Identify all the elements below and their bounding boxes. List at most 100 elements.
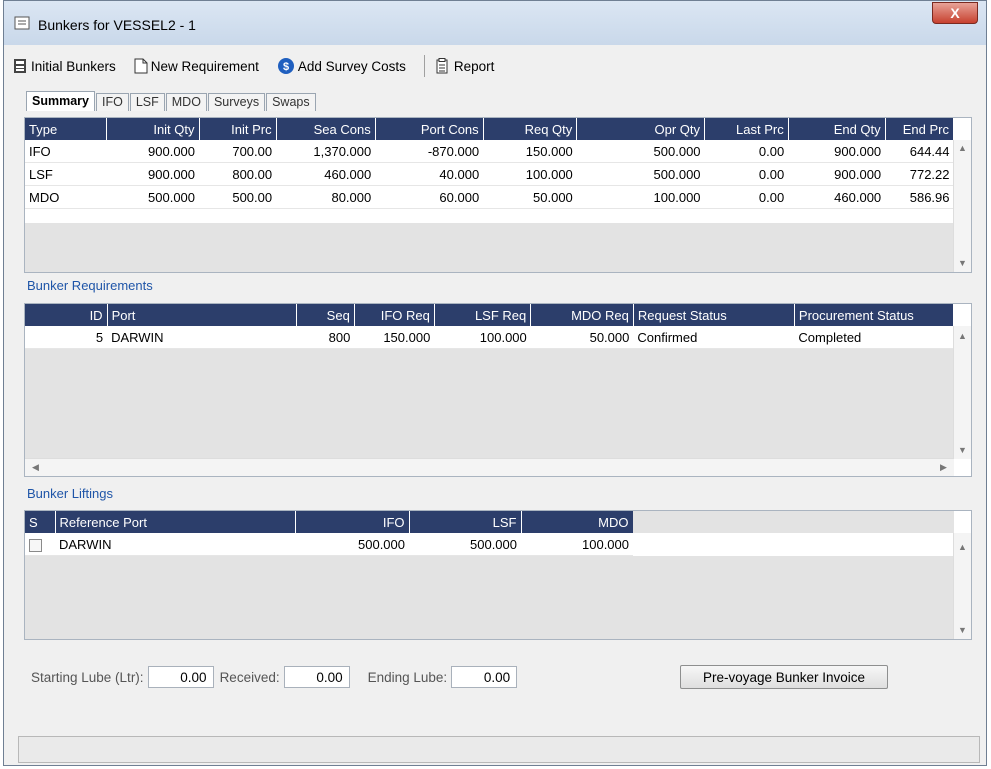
table-row[interactable]: 5 DARWIN 800 150.000 100.000 50.000 Conf…: [25, 326, 954, 349]
svg-text:$: $: [283, 61, 289, 73]
new-requirement-button[interactable]: New Requirement: [134, 58, 259, 74]
tab-mdo[interactable]: MDO: [165, 93, 207, 111]
liftings-grid: S Reference Port IFO LSF MDO DARWIN 500.…: [24, 510, 972, 640]
cell: -870.000: [375, 140, 484, 163]
liftings-empty-area: [25, 556, 954, 639]
table-row[interactable]: MDO 500.000 500.00 80.000 60.000 50.000 …: [25, 185, 954, 209]
col-header[interactable]: IFO Req: [354, 304, 435, 326]
col-header[interactable]: Reference Port: [55, 511, 296, 533]
ending-lube-input[interactable]: [451, 666, 518, 688]
tab-swaps[interactable]: Swaps: [266, 93, 316, 111]
scroll-up-arrow[interactable]: ▲: [956, 142, 969, 155]
col-header[interactable]: LSF: [409, 511, 522, 533]
cell: 900.000: [106, 140, 200, 163]
cell: 800: [296, 326, 355, 349]
liftings-table: S Reference Port IFO LSF MDO DARWIN 500.…: [25, 511, 634, 556]
cell: 5: [25, 326, 108, 349]
col-header[interactable]: S: [25, 511, 56, 533]
cell: 150.000: [354, 326, 435, 349]
pre-voyage-bunker-invoice-button[interactable]: Pre-voyage Bunker Invoice: [680, 665, 888, 689]
scroll-up-arrow[interactable]: ▲: [956, 330, 969, 343]
col-header[interactable]: LSF Req: [434, 304, 532, 326]
close-button[interactable]: X: [932, 2, 978, 24]
cell: 60.000: [375, 185, 484, 209]
col-header[interactable]: Port Cons: [375, 118, 484, 140]
col-header[interactable]: End Prc: [885, 118, 955, 140]
cell: 700.00: [199, 140, 277, 163]
window-icon: [14, 16, 30, 30]
cell: 0.00: [704, 185, 789, 209]
col-header[interactable]: Seq: [296, 304, 355, 326]
requirements-grid: ID Port Seq IFO Req LSF Req MDO Req Requ…: [24, 303, 972, 477]
bunker-requirements-label: Bunker Requirements: [27, 278, 153, 293]
requirements-hscrollbar[interactable]: ◀ ▶: [25, 458, 954, 476]
table-row[interactable]: IFO 900.000 700.00 1,370.000 -870.000 15…: [25, 140, 954, 163]
initial-bunkers-label: Initial Bunkers: [31, 58, 116, 74]
cell: 500.000: [409, 533, 521, 556]
tab-summary[interactable]: Summary: [26, 91, 95, 111]
report-icon: [436, 58, 448, 74]
cell: 644.44: [885, 140, 954, 163]
cell: 100.000: [521, 533, 633, 556]
cell: 0.00: [704, 162, 789, 186]
scroll-right-arrow[interactable]: ▶: [937, 461, 950, 474]
initial-bunkers-button[interactable]: Initial Bunkers: [12, 58, 116, 74]
col-header[interactable]: Req Qty: [483, 118, 578, 140]
lube-fields: Starting Lube (Ltr): Received: Ending Lu…: [31, 666, 523, 688]
add-survey-costs-button[interactable]: $ Add Survey Costs: [277, 57, 406, 75]
col-header[interactable]: MDO: [521, 511, 634, 533]
bunkers-window: Bunkers for VESSEL2 - 1 X Initial Bunker…: [3, 0, 987, 766]
liftings-header-row: S Reference Port IFO LSF MDO: [25, 511, 634, 533]
cell: Confirmed: [633, 326, 795, 349]
tab-surveys[interactable]: Surveys: [207, 93, 266, 111]
cell: 900.000: [106, 162, 200, 186]
col-header[interactable]: Type: [25, 118, 107, 140]
scroll-down-arrow[interactable]: ▼: [956, 624, 969, 637]
new-document-icon: [134, 58, 148, 74]
summary-header-row: Type Init Qty Init Prc Sea Cons Port Con…: [25, 118, 955, 140]
scroll-up-arrow[interactable]: ▲: [956, 541, 969, 554]
col-header[interactable]: ID: [25, 304, 108, 326]
tab-ifo[interactable]: IFO: [95, 93, 129, 111]
cell-type: IFO: [25, 140, 107, 163]
add-survey-costs-label: Add Survey Costs: [297, 58, 406, 74]
select-checkbox[interactable]: [29, 538, 42, 552]
summary-scrollbar[interactable]: ▲ ▼: [953, 140, 971, 272]
cell: 150.000: [483, 140, 577, 163]
cell: DARWIN: [107, 326, 297, 349]
received-input[interactable]: [283, 666, 350, 688]
table-row[interactable]: LSF 900.000 800.00 460.000 40.000 100.00…: [25, 162, 954, 186]
cell: 900.000: [788, 140, 886, 163]
summary-table: Type Init Qty Init Prc Sea Cons Port Con…: [25, 118, 955, 209]
requirements-scrollbar[interactable]: ▲ ▼: [953, 326, 971, 459]
received-label: Received:: [219, 669, 280, 685]
col-header[interactable]: IFO: [295, 511, 410, 533]
col-header[interactable]: Opr Qty: [576, 118, 706, 140]
tab-lsf[interactable]: LSF: [129, 93, 165, 111]
cell: 800.00: [199, 162, 277, 186]
scroll-down-arrow[interactable]: ▼: [956, 444, 969, 457]
col-header[interactable]: End Qty: [788, 118, 886, 140]
report-button[interactable]: Report: [435, 58, 494, 74]
scroll-left-arrow[interactable]: ◀: [29, 461, 42, 474]
cell: 500.000: [106, 185, 200, 209]
col-header[interactable]: Init Prc: [199, 118, 277, 140]
starting-lube-input[interactable]: [147, 666, 214, 688]
col-header[interactable]: Sea Cons: [276, 118, 376, 140]
cell: 80.000: [276, 185, 376, 209]
scroll-down-arrow[interactable]: ▼: [956, 257, 969, 270]
bunker-liftings-label: Bunker Liftings: [27, 486, 113, 501]
cell: Completed: [794, 326, 954, 349]
col-header[interactable]: Request Status: [633, 304, 795, 326]
table-row[interactable]: DARWIN 500.000 500.000 100.000: [25, 533, 633, 556]
liftings-scrollbar[interactable]: ▲ ▼: [953, 533, 971, 639]
col-header[interactable]: Port: [107, 304, 298, 326]
summary-empty-area: [25, 223, 954, 272]
col-header[interactable]: MDO Req: [530, 304, 634, 326]
ending-lube-label: Ending Lube:: [367, 669, 448, 685]
col-header[interactable]: Init Qty: [106, 118, 200, 140]
requirements-empty-area: [25, 349, 954, 459]
cell: 50.000: [483, 185, 577, 209]
col-header[interactable]: Procurement Status: [794, 304, 955, 326]
col-header[interactable]: Last Prc: [704, 118, 789, 140]
